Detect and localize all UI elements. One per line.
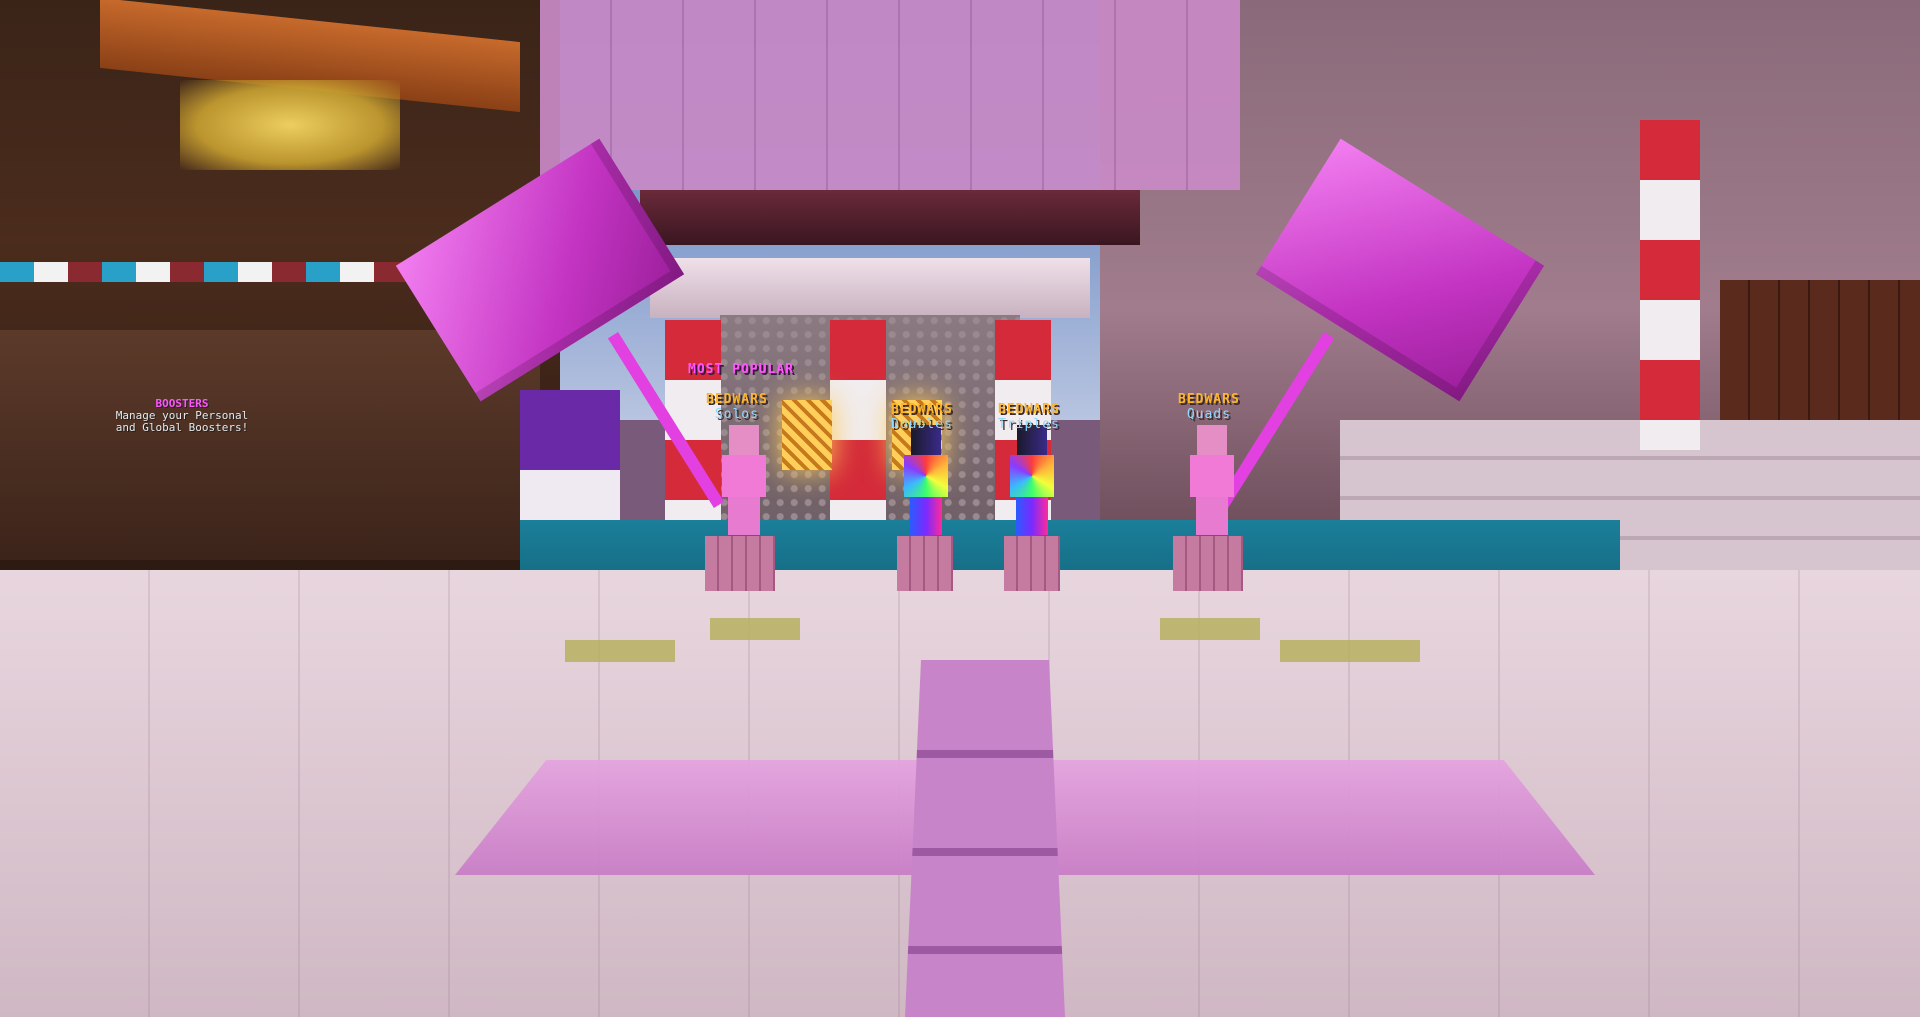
boosters-hologram: BOOSTERS Manage your Personal and Global… xyxy=(112,398,252,434)
shrine-roof xyxy=(650,258,1090,318)
npc-body xyxy=(904,455,948,497)
glass-ceiling xyxy=(540,0,1240,190)
npc-legs xyxy=(1196,497,1228,535)
npc-label-solos: BEDWARS Solos xyxy=(706,392,768,422)
npc-bedwars-solos[interactable] xyxy=(718,425,770,535)
gold-block xyxy=(1160,618,1260,640)
npc-legs xyxy=(728,497,760,535)
npc-head xyxy=(729,425,759,455)
pedestal xyxy=(897,536,953,591)
npc-mode: Doubles xyxy=(891,417,953,432)
npc-bedwars-doubles[interactable] xyxy=(900,425,952,535)
most-popular-label: MOST POPULAR xyxy=(688,362,794,377)
npc-bedwars-quads[interactable] xyxy=(1186,425,1238,535)
npc-mode: Solos xyxy=(714,407,759,422)
lantern xyxy=(782,400,832,470)
npc-body xyxy=(1010,455,1054,497)
npc-head xyxy=(1197,425,1227,455)
gold-block xyxy=(1280,640,1420,662)
boosters-line2: and Global Boosters! xyxy=(115,421,249,434)
gold-block xyxy=(565,640,675,662)
pedestal xyxy=(1173,536,1243,591)
npc-title: BEDWARS xyxy=(891,402,953,417)
npc-label-doubles: BEDWARS Doubles xyxy=(891,402,953,432)
candy-pillar-right xyxy=(1640,120,1700,450)
npc-body xyxy=(722,455,766,497)
pedestal xyxy=(1004,536,1060,591)
npc-title: BEDWARS xyxy=(1178,392,1240,407)
npc-body xyxy=(1190,455,1234,497)
npc-bedwars-triples[interactable] xyxy=(1006,425,1058,535)
npc-title: BEDWARS xyxy=(706,392,768,407)
npc-legs xyxy=(1016,497,1048,535)
npc-mode: Quads xyxy=(1186,407,1231,422)
gold-block xyxy=(710,618,800,640)
npc-label-triples: BEDWARS Triples xyxy=(998,402,1060,432)
npc-label-quads: BEDWARS Quads xyxy=(1178,392,1240,422)
right-stone-wall xyxy=(1720,280,1920,440)
pedestal xyxy=(705,536,775,591)
npc-mode: Triples xyxy=(998,417,1060,432)
ceiling-beam xyxy=(640,190,1140,245)
game-scene: MOST POPULAR BEDWARS Solos BEDWARS Doubl… xyxy=(0,0,1920,1017)
npc-title: BEDWARS xyxy=(998,402,1060,417)
glass-floor-path xyxy=(905,660,1065,1017)
npc-legs xyxy=(910,497,942,535)
left-glowstone xyxy=(180,80,400,170)
